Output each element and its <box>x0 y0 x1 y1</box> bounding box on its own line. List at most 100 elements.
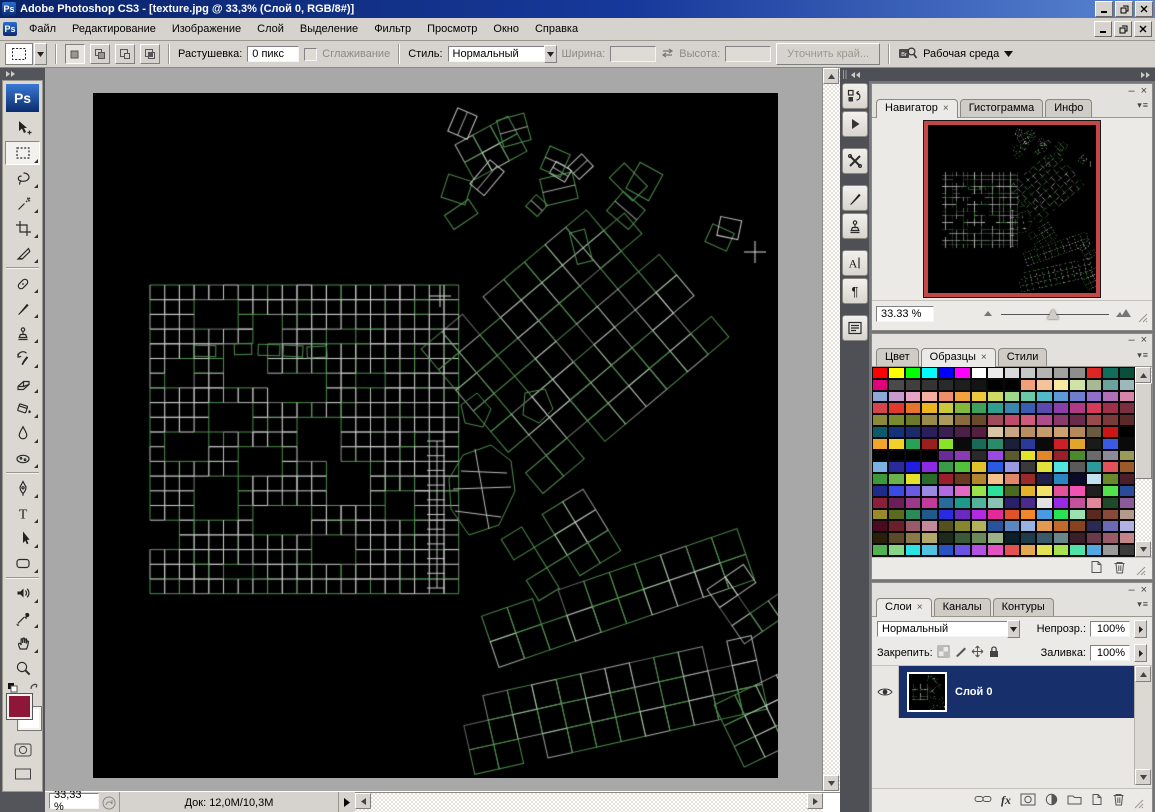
swatch[interactable] <box>1053 544 1069 556</box>
swatch[interactable] <box>954 402 970 414</box>
swatch[interactable] <box>1004 473 1020 485</box>
swatch[interactable] <box>872 520 888 532</box>
swatch[interactable] <box>1020 450 1036 462</box>
swap-colors-icon[interactable] <box>28 681 40 695</box>
swatch[interactable] <box>1036 450 1052 462</box>
screen-mode-button[interactable] <box>5 763 40 785</box>
swatch[interactable] <box>888 461 904 473</box>
swatch[interactable] <box>1086 438 1102 450</box>
navigator-tab-Инфо[interactable]: Инфо <box>1045 99 1092 117</box>
swatch[interactable] <box>1004 509 1020 521</box>
rect-marquee-tool[interactable] <box>5 141 40 165</box>
swatch[interactable] <box>938 520 954 532</box>
document-canvas[interactable] <box>93 93 778 778</box>
panel-minimize-icon[interactable]: – <box>1128 87 1134 95</box>
swatch[interactable] <box>1036 473 1052 485</box>
swatch[interactable] <box>987 485 1003 497</box>
lasso-tool[interactable] <box>5 166 40 190</box>
swatch[interactable] <box>1036 367 1052 379</box>
swatch[interactable] <box>1069 497 1085 509</box>
swatch[interactable] <box>971 367 987 379</box>
swatch[interactable] <box>921 461 937 473</box>
swatch[interactable] <box>921 426 937 438</box>
scroll-up-icon[interactable] <box>1135 666 1151 682</box>
swatches-tab-Цвет[interactable]: Цвет <box>876 348 919 366</box>
swatch[interactable] <box>921 544 937 556</box>
swatch[interactable] <box>938 438 954 450</box>
panels-collapse-header[interactable] <box>869 68 1155 81</box>
swatch[interactable] <box>1086 379 1102 391</box>
panel-resize-grip[interactable] <box>1138 313 1148 326</box>
swatch[interactable] <box>872 414 888 426</box>
swatch[interactable] <box>938 402 954 414</box>
minimize-icon[interactable] <box>1095 1 1113 17</box>
swatch[interactable] <box>1086 544 1102 556</box>
swatch[interactable] <box>1053 532 1069 544</box>
swatch[interactable] <box>987 391 1003 403</box>
swatch[interactable] <box>954 379 970 391</box>
doc-minimize-icon[interactable] <box>1094 21 1112 37</box>
swatch[interactable] <box>938 497 954 509</box>
new-layer-icon[interactable] <box>1091 793 1103 809</box>
panel-minimize-icon[interactable]: – <box>1128 336 1134 344</box>
style-select[interactable]: Нормальный <box>448 45 557 63</box>
swatch[interactable] <box>872 391 888 403</box>
swatch[interactable] <box>1119 497 1135 509</box>
swatch[interactable] <box>905 438 921 450</box>
swatch[interactable] <box>954 450 970 462</box>
swatch[interactable] <box>1069 367 1085 379</box>
swatch[interactable] <box>905 520 921 532</box>
swatch[interactable] <box>1102 438 1118 450</box>
swatch[interactable] <box>1102 367 1118 379</box>
swatch[interactable] <box>938 532 954 544</box>
swatch[interactable] <box>1020 438 1036 450</box>
fill-input[interactable]: 100% <box>1090 645 1130 661</box>
swatch[interactable] <box>954 532 970 544</box>
swatch[interactable] <box>1053 438 1069 450</box>
layer-thumbnail[interactable] <box>907 672 947 712</box>
swatch[interactable] <box>888 509 904 521</box>
swatch[interactable] <box>921 485 937 497</box>
selection-mode-intersect-button[interactable] <box>140 44 160 64</box>
swatch[interactable] <box>1004 426 1020 438</box>
type-tool[interactable]: T <box>5 501 40 525</box>
workspace-select[interactable]: Рабочая среда <box>923 48 1013 60</box>
swatch[interactable] <box>888 379 904 391</box>
swatch[interactable] <box>905 509 921 521</box>
panel-resize-grip[interactable] <box>1134 799 1144 812</box>
swatch[interactable] <box>872 485 888 497</box>
slider-thumb[interactable] <box>1047 309 1059 319</box>
swatch[interactable] <box>1053 426 1069 438</box>
menu-item-2[interactable]: Редактирование <box>64 20 164 38</box>
swatch[interactable] <box>1086 520 1102 532</box>
restore-icon[interactable] <box>1115 1 1133 17</box>
link-layers-icon[interactable] <box>974 794 992 807</box>
swatch[interactable] <box>921 414 937 426</box>
lock-position-icon[interactable] <box>971 645 984 661</box>
swatch[interactable] <box>1004 367 1020 379</box>
swatch[interactable] <box>921 497 937 509</box>
swatch[interactable] <box>1119 532 1135 544</box>
swatch[interactable] <box>1102 544 1118 556</box>
swatch[interactable] <box>1069 485 1085 497</box>
history-brush-tool[interactable] <box>5 346 40 370</box>
swatch[interactable] <box>1119 473 1135 485</box>
swatch[interactable] <box>1020 497 1036 509</box>
swatch[interactable] <box>888 426 904 438</box>
doc-close-icon[interactable] <box>1134 21 1152 37</box>
swatch[interactable] <box>987 461 1003 473</box>
swatch[interactable] <box>872 379 888 391</box>
pen-tool[interactable] <box>5 476 40 500</box>
swatch[interactable] <box>1119 485 1135 497</box>
swatch[interactable] <box>971 473 987 485</box>
tab-close-icon[interactable]: × <box>917 602 923 613</box>
feather-input[interactable]: 0 пикс <box>247 46 299 62</box>
swatch[interactable] <box>1069 391 1085 403</box>
tab-close-icon[interactable]: × <box>943 103 949 114</box>
swatch[interactable] <box>1119 544 1135 556</box>
swatch[interactable] <box>888 485 904 497</box>
swatch[interactable] <box>1102 520 1118 532</box>
swatch[interactable] <box>1086 367 1102 379</box>
dock-actions-icon[interactable] <box>842 111 868 137</box>
move-tool[interactable] <box>5 116 40 140</box>
